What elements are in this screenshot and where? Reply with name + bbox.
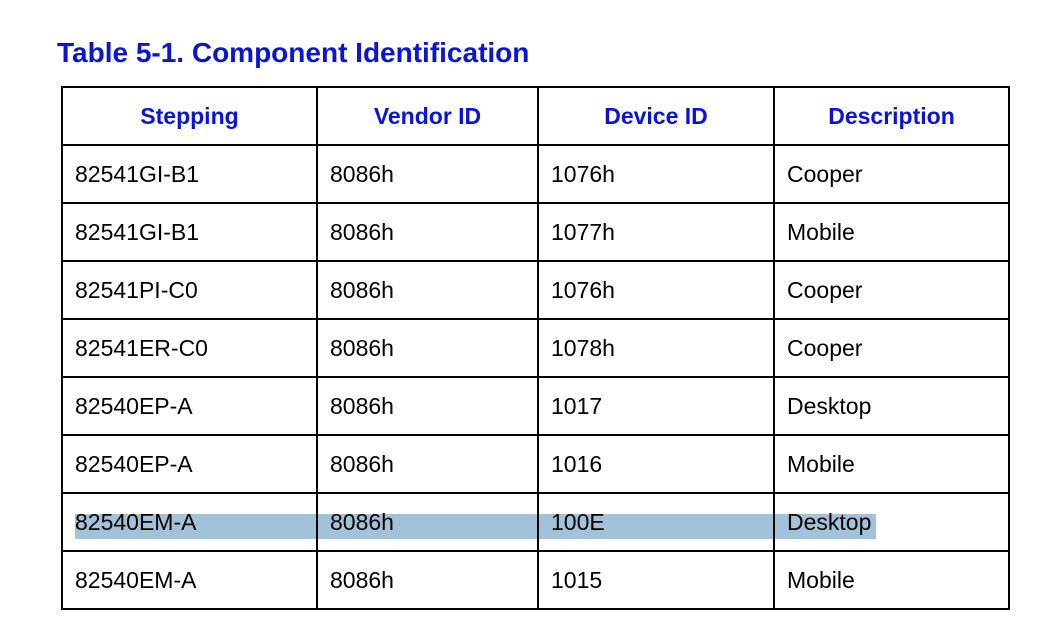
- header-vendor-id: Vendor ID: [316, 86, 539, 146]
- cell-device-id: 1078h: [537, 318, 775, 378]
- cell-vendor-id: 8086h: [316, 550, 539, 610]
- cell-vendor-id: 8086h: [316, 260, 539, 320]
- cell-device-id: 1017: [537, 376, 775, 436]
- table-row: 82541GI-B1 8086h 1077h Mobile: [61, 202, 1010, 262]
- cell-text: Mobile: [787, 218, 855, 245]
- cell-text: 82540EM-A: [75, 566, 197, 593]
- cell-text: 1015: [551, 566, 603, 593]
- cell-text: 82540EM-A: [75, 508, 197, 535]
- cell-text: Mobile: [787, 566, 855, 593]
- cell-text: 8086h: [330, 450, 394, 477]
- cell-text: Mobile: [787, 450, 855, 477]
- header-stepping: Stepping: [61, 86, 318, 146]
- cell-text: 100E: [551, 508, 605, 535]
- table-row: 82541PI-C0 8086h 1076h Cooper: [61, 260, 1010, 320]
- header-device-id: Device ID: [537, 86, 775, 146]
- cell-vendor-id: 8086h: [316, 144, 539, 204]
- table-row: 82540EP-A 8086h 1016 Mobile: [61, 434, 1010, 494]
- cell-text: Cooper: [787, 276, 863, 303]
- cell-text: 82541PI-C0: [75, 276, 198, 303]
- cell-text: 8086h: [330, 276, 394, 303]
- cell-description: Cooper: [773, 144, 1010, 204]
- cell-text: 8086h: [330, 508, 394, 535]
- cell-vendor-id: 8086h: [316, 434, 539, 494]
- cell-text: 82541GI-B1: [75, 218, 200, 245]
- cell-description: Desktop: [773, 492, 1010, 552]
- cell-text: 8086h: [330, 334, 394, 361]
- table-row: 82540EM-A 8086h 1015 Mobile: [61, 550, 1010, 610]
- cell-text: 82540EP-A: [75, 450, 193, 477]
- cell-vendor-id: 8086h: [316, 492, 539, 552]
- cell-device-id: 1076h: [537, 260, 775, 320]
- cell-stepping: 82540EP-A: [61, 434, 318, 494]
- cell-stepping: 82541PI-C0: [61, 260, 318, 320]
- cell-stepping: 82540EM-A: [61, 550, 318, 610]
- cell-text: 1076h: [551, 160, 615, 187]
- cell-device-id: 1015: [537, 550, 775, 610]
- cell-text: 1017: [551, 392, 603, 419]
- table-row: 82541GI-B1 8086h 1076h Cooper: [61, 144, 1010, 204]
- cell-text: Cooper: [787, 160, 863, 187]
- cell-device-id: 100E: [537, 492, 775, 552]
- cell-text: Cooper: [787, 334, 863, 361]
- cell-text: 1076h: [551, 276, 615, 303]
- cell-device-id: 1076h: [537, 144, 775, 204]
- cell-stepping: 82541GI-B1: [61, 202, 318, 262]
- cell-vendor-id: 8086h: [316, 202, 539, 262]
- cell-text: 8086h: [330, 160, 394, 187]
- cell-text: 1077h: [551, 218, 615, 245]
- cell-text: 82540EP-A: [75, 392, 193, 419]
- cell-stepping: 82541GI-B1: [61, 144, 318, 204]
- cell-description: Desktop: [773, 376, 1010, 436]
- cell-text: 8086h: [330, 566, 394, 593]
- cell-text: 82541GI-B1: [75, 160, 200, 187]
- cell-stepping: 82540EP-A: [61, 376, 318, 436]
- cell-description: Cooper: [773, 260, 1010, 320]
- cell-description: Mobile: [773, 434, 1010, 494]
- cell-description: Mobile: [773, 202, 1010, 262]
- cell-device-id: 1077h: [537, 202, 775, 262]
- table-row: 82540EP-A 8086h 1017 Desktop: [61, 376, 1010, 436]
- cell-stepping: 82541ER-C0: [61, 318, 318, 378]
- cell-device-id: 1016: [537, 434, 775, 494]
- cell-description: Mobile: [773, 550, 1010, 610]
- cell-stepping: 82540EM-A: [61, 492, 318, 552]
- cell-text: 1078h: [551, 334, 615, 361]
- table-row: 82541ER-C0 8086h 1078h Cooper: [61, 318, 1010, 378]
- table-header-row: Stepping Vendor ID Device ID Description: [61, 86, 1010, 146]
- cell-text: 8086h: [330, 392, 394, 419]
- cell-description: Cooper: [773, 318, 1010, 378]
- cell-text: Desktop: [787, 392, 872, 419]
- cell-text: Desktop: [787, 508, 872, 535]
- header-description: Description: [773, 86, 1010, 146]
- cell-text: 8086h: [330, 218, 394, 245]
- component-identification-table: Stepping Vendor ID Device ID Description…: [61, 86, 1010, 610]
- cell-vendor-id: 8086h: [316, 376, 539, 436]
- table-row-highlighted: 82540EM-A 8086h 100E Desktop: [61, 492, 1010, 552]
- table-caption: Table 5-1. Component Identification: [57, 37, 530, 68]
- cell-vendor-id: 8086h: [316, 318, 539, 378]
- cell-text: 82541ER-C0: [75, 334, 208, 361]
- cell-text: 1016: [551, 450, 603, 477]
